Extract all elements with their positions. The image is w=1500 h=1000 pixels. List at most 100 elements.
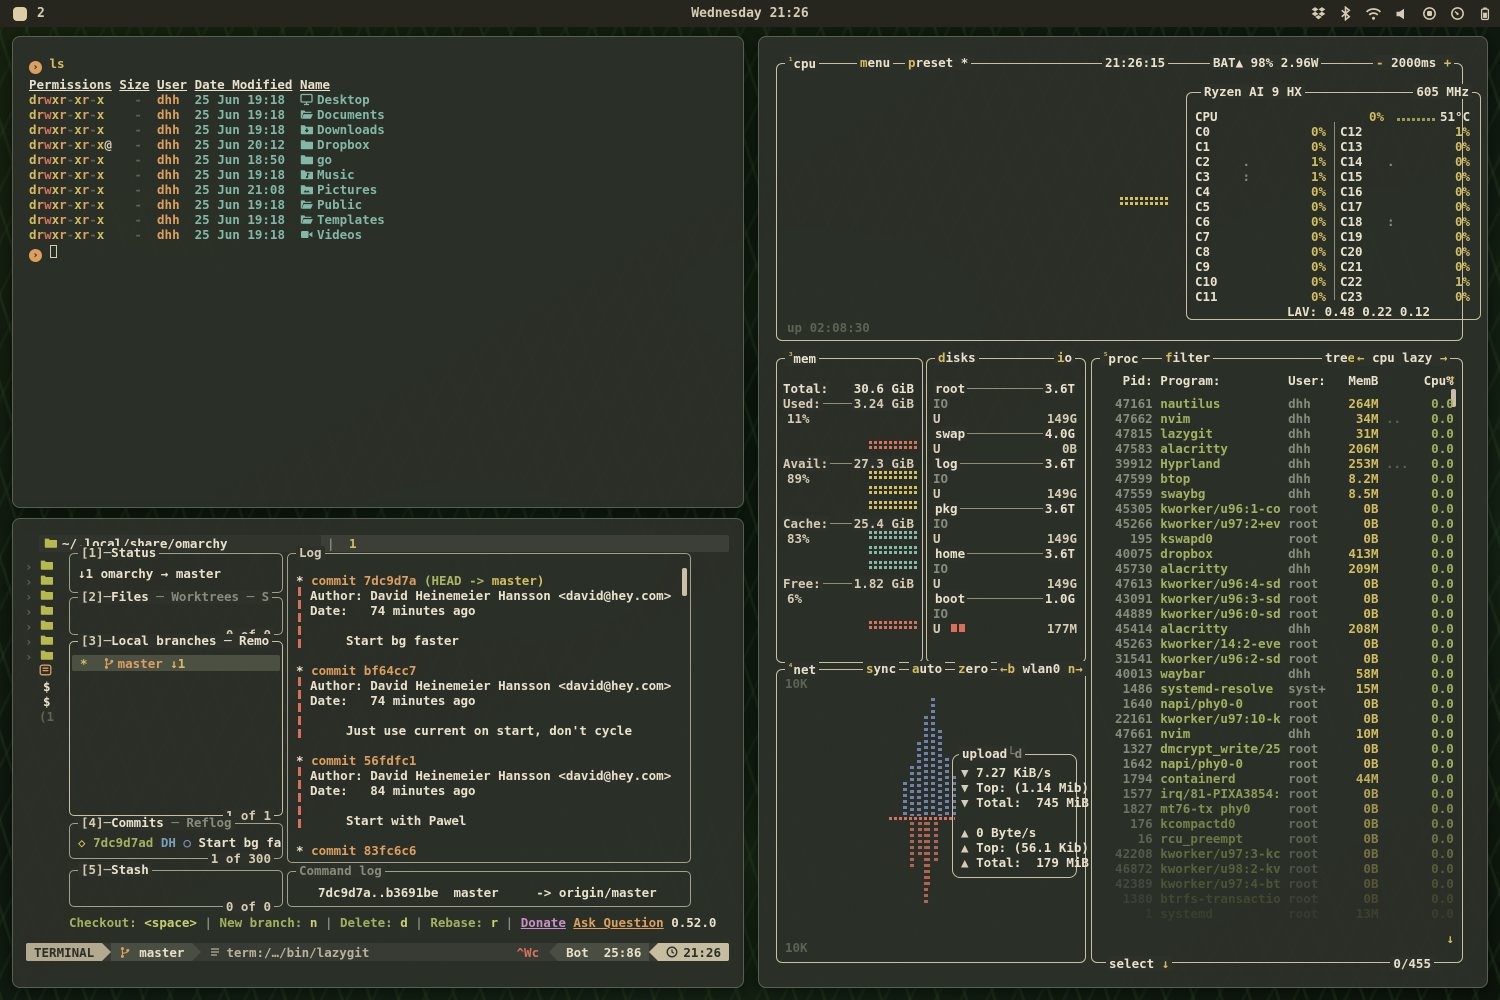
net-sync-toggle[interactable]: sync bbox=[863, 661, 899, 676]
proc-row[interactable]: 44889 kworker/u96:0-sd root 0B 0.0 bbox=[1100, 606, 1454, 621]
lazygit-files-panel[interactable]: [2]─Files ─ Worktrees ─ S 0 of 0 bbox=[69, 597, 283, 635]
proc-row[interactable]: 1486 systemd-resolve syst+ 15M 0.0 bbox=[1100, 681, 1454, 696]
proc-row[interactable]: 16 rcu_preempt root 0B 0.0 bbox=[1100, 831, 1454, 846]
proc-row[interactable]: 1640 napi/phy0-0 root 0B 0.0 bbox=[1100, 696, 1454, 711]
proc-row[interactable]: 176 kcompactd0 root 0B 0.0 bbox=[1100, 816, 1454, 831]
proc-row[interactable]: 22161 kworker/u97:10-k root 0B 0.0 bbox=[1100, 711, 1454, 726]
proc-row[interactable]: 1327 dmcrypt_write/25 root 0B 0.0 bbox=[1100, 741, 1454, 756]
bluetooth-icon[interactable] bbox=[1339, 6, 1352, 21]
proc-row[interactable]: 45305 kworker/u96:1-co root 0B 0.0 bbox=[1100, 501, 1454, 516]
tree-folder-item[interactable]: › bbox=[25, 574, 53, 589]
branch-row[interactable]: * master ↓1 bbox=[80, 656, 185, 671]
menu-button[interactable]: menu bbox=[857, 55, 893, 70]
proc-row[interactable]: 1 systemd root 13M 0.0 bbox=[1100, 906, 1454, 921]
proc-row[interactable]: 45263 kworker/14:2-eve root 0B 0.0 bbox=[1100, 636, 1454, 651]
cpu-core-row: C160% bbox=[1340, 184, 1470, 199]
mem-box-title[interactable]: ³mem bbox=[785, 350, 819, 366]
scroll-up-icon[interactable]: ↑ bbox=[1448, 371, 1456, 386]
log-commit-header[interactable]: * commit 83fc6c6 bbox=[296, 843, 416, 858]
lazygit-branches-panel[interactable]: [3]─Local branches ─ Remo * master ↓1 1 … bbox=[69, 641, 283, 816]
net-auto-toggle[interactable]: auto bbox=[909, 661, 945, 676]
tree-folder-item[interactable]: › bbox=[25, 589, 53, 604]
tree-scroll-item[interactable] bbox=[39, 664, 52, 679]
io-toggle[interactable]: io bbox=[1054, 350, 1075, 365]
proc-row[interactable]: 45266 kworker/u97:2+ev root 0B 0.0 bbox=[1100, 516, 1454, 531]
filter-button[interactable]: filter bbox=[1162, 350, 1213, 365]
lazygit-status-panel[interactable]: [1]─Status ↓1 omarchy → master bbox=[69, 553, 283, 593]
proc-row[interactable]: 47599 btop dhh 8.2M 0.0 bbox=[1100, 471, 1454, 486]
log-commit-header[interactable]: * commit bf64cc7 bbox=[296, 663, 416, 678]
proc-row[interactable]: 31541 kworker/u96:2-sd root 0B 0.0 bbox=[1100, 651, 1454, 666]
log-scrollbar[interactable] bbox=[682, 568, 687, 596]
log-commit-subject: Start with Pawel bbox=[346, 813, 466, 828]
system-monitor-icon[interactable] bbox=[1450, 6, 1465, 21]
proc-row[interactable]: 1380 btrfs-transactio root 0B 0.0 bbox=[1100, 891, 1454, 906]
mem-pct: 6% bbox=[787, 591, 802, 606]
proc-row[interactable]: 195 kswapd0 root 0B 0.0 bbox=[1100, 531, 1454, 546]
proc-row[interactable]: 39912 Hyprland dhh 253M ... 0.0 bbox=[1100, 456, 1454, 471]
tab-1[interactable]: 1 bbox=[349, 536, 357, 551]
log-commit-header[interactable]: * commit 7dc9d7a (HEAD -> master) bbox=[296, 573, 544, 588]
select-hint[interactable]: select ↓ bbox=[1106, 956, 1172, 971]
proc-row[interactable]: 47583 alacritty dhh 206M 0.0 bbox=[1100, 441, 1454, 456]
proc-header-row: Pid: Program: User: MemB Cpu% bbox=[1100, 373, 1454, 388]
log-commit-header[interactable]: * commit 56fdfc1 bbox=[296, 753, 416, 768]
proc-row[interactable]: 1827 mt76-tx phy0 root 0B 0.0 bbox=[1100, 801, 1454, 816]
tree-folder-item[interactable]: › bbox=[25, 619, 53, 634]
net-stats-title: upload└d bbox=[959, 746, 1025, 761]
shell-prompt-empty[interactable]: › bbox=[29, 244, 57, 262]
tree-folder-item[interactable]: › bbox=[25, 649, 53, 664]
proc-row[interactable]: 42208 kworker/u97:3-kc root 0B 0.0 bbox=[1100, 846, 1454, 861]
proc-row[interactable]: 42389 kworker/u97:4-bt root 0B 0.0 bbox=[1100, 876, 1454, 891]
proc-row[interactable]: 47815 lazygit dhh 31M 0.0 bbox=[1100, 426, 1454, 441]
screen-record-icon[interactable] bbox=[1422, 6, 1437, 21]
tree-folder-item[interactable]: › bbox=[25, 604, 53, 619]
net-box-title[interactable]: ⁴net bbox=[785, 661, 819, 677]
proc-row[interactable]: 47613 kworker/u96:4-sd root 0B 0.0 bbox=[1100, 576, 1454, 591]
lazygit-log-panel[interactable]: Log * commit 7dc9d7a (HEAD -> master)Aut… bbox=[287, 553, 691, 863]
proc-row[interactable]: 47559 swaybg dhh 8.5M 0.0 bbox=[1100, 486, 1454, 501]
proc-row[interactable]: 40013 waybar dhh 58M 0.0 bbox=[1100, 666, 1454, 681]
proc-row[interactable]: 45414 alacritty dhh 208M 0.0 bbox=[1100, 621, 1454, 636]
disks-box-title[interactable]: disks bbox=[935, 350, 979, 365]
proc-row[interactable]: 47661 nvim dhh 10M 0.0 bbox=[1100, 726, 1454, 741]
proc-row[interactable]: 46872 kworker/u98:2-kv root 0B 0.0 bbox=[1100, 861, 1454, 876]
volume-icon[interactable] bbox=[1395, 7, 1409, 21]
proc-row[interactable]: 1794 containerd root 44M 0.0 bbox=[1100, 771, 1454, 786]
donate-link[interactable]: Donate bbox=[521, 915, 566, 930]
scroll-down-icon[interactable]: ↓ bbox=[1446, 931, 1454, 946]
buffer-name[interactable]: term:/…/bin/lazygit bbox=[201, 943, 377, 961]
wifi-icon[interactable] bbox=[1365, 7, 1382, 21]
proc-row[interactable]: 1642 napi/phy0-0 root 0B 0.0 bbox=[1100, 756, 1454, 771]
net-download-bar bbox=[931, 698, 935, 816]
mem-row: Cache:25.4 GiB bbox=[783, 516, 914, 531]
proc-sort-switcher[interactable]: ← cpu lazy → bbox=[1354, 350, 1450, 365]
proc-row[interactable]: 47161 nautilus dhh 264M 0.0 bbox=[1100, 396, 1454, 411]
powerline-arrow-icon bbox=[192, 943, 201, 961]
ask-question-link[interactable]: Ask Question bbox=[573, 915, 663, 930]
commit-row[interactable]: ◇ 7dc9d7ad DH ○ Start bg fa bbox=[78, 835, 281, 850]
tree-toggle[interactable]: tree bbox=[1322, 350, 1358, 365]
proc-row[interactable]: 40075 dropbox dhh 413M 0.0 bbox=[1100, 546, 1454, 561]
battery-icon[interactable] bbox=[1478, 6, 1492, 21]
refresh-rate-control[interactable]: - 2000ms + bbox=[1373, 55, 1454, 70]
dropbox-icon[interactable] bbox=[1311, 6, 1326, 21]
btop-net-box: ⁴net sync auto zero ←b wlan0 n→ 10K 10K … bbox=[776, 669, 1086, 963]
net-zero-toggle[interactable]: zero bbox=[955, 661, 991, 676]
cpu-core-row: C40% bbox=[1195, 184, 1326, 199]
cpu-box-title[interactable]: ¹cpu bbox=[785, 55, 819, 71]
cpu-core-row: C10% bbox=[1195, 139, 1326, 154]
tree-folder-item[interactable]: › bbox=[25, 559, 53, 574]
branch-segment[interactable]: master bbox=[111, 943, 192, 961]
preset-button[interactable]: preset * bbox=[905, 55, 971, 70]
lazygit-commits-panel[interactable]: [4]─Commits ─ Reflog ◇ 7dc9d7ad DH ○ Sta… bbox=[69, 823, 283, 859]
proc-row[interactable]: 43091 kworker/u96:3-sd root 0B 0.0 bbox=[1100, 591, 1454, 606]
disk-used-row: U149G bbox=[933, 486, 1077, 501]
proc-row[interactable]: 47662 nvim dhh 34M .. 0.0 bbox=[1100, 411, 1454, 426]
tree-folder-item[interactable]: › bbox=[25, 634, 53, 649]
proc-box-title[interactable]: ⁵proc bbox=[1100, 350, 1142, 366]
net-interface-switcher[interactable]: ←b wlan0 n→ bbox=[997, 661, 1086, 676]
lazygit-stash-panel[interactable]: [5]─Stash 0 of 0 bbox=[69, 870, 283, 907]
proc-row[interactable]: 45730 alacritty dhh 209M 0.0 bbox=[1100, 561, 1454, 576]
proc-row[interactable]: 1577 irq/81-PIXA3854: root 0B 0.0 bbox=[1100, 786, 1454, 801]
